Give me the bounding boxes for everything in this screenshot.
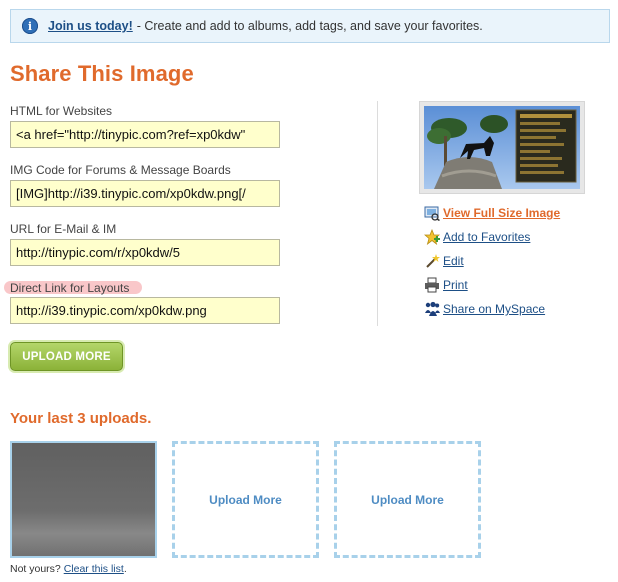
myspace-icon	[425, 301, 440, 316]
clear-list-link[interactable]: Clear this list	[64, 563, 124, 575]
not-yours-text: Not yours?	[10, 563, 61, 575]
image-thumbnail[interactable]	[419, 101, 585, 194]
not-yours-note: Not yours? Clear this list.	[10, 563, 127, 575]
recent-uploads-title: Your last 3 uploads.	[10, 410, 152, 427]
recent-upload-thumbnail[interactable]	[10, 441, 157, 558]
view-full-size-label: View Full Size Image	[443, 206, 561, 220]
upload-more-button[interactable]: UPLOAD MORE	[10, 342, 123, 371]
upload-more-slot-label: Upload More	[371, 492, 444, 507]
html-code-input[interactable]: <a href="http://tinypic.com?ref=xp0kdw"	[10, 121, 280, 148]
img-code-input[interactable]: [IMG]http://i39.tinypic.com/xp0kdw.png[/	[10, 180, 280, 207]
img-code-field-label: IMG Code for Forums & Message Boards	[10, 163, 231, 177]
direct-link-input[interactable]: http://i39.tinypic.com/xp0kdw.png	[10, 297, 280, 324]
direct-link-field-label: Direct Link for Layouts	[10, 281, 130, 295]
add-favorite-icon	[424, 229, 440, 245]
share-myspace-label: Share on MySpace	[443, 302, 546, 316]
edit-wand-icon	[426, 254, 440, 268]
upload-more-slot[interactable]: Upload More	[334, 441, 481, 558]
view-image-icon	[424, 206, 440, 221]
print-link[interactable]: Print	[424, 277, 468, 293]
url-field-label: URL for E-Mail & IM	[10, 222, 117, 236]
url-input[interactable]: http://tinypic.com/r/xp0kdw/5	[10, 239, 280, 266]
thumbnail-image	[424, 106, 580, 189]
print-label: Print	[443, 278, 468, 292]
edit-link[interactable]: Edit	[424, 253, 464, 269]
printer-icon	[425, 277, 439, 293]
join-us-link[interactable]: Join us today!	[48, 19, 133, 33]
info-banner: i Join us today! - Create and add to alb…	[10, 9, 610, 43]
edit-label: Edit	[443, 254, 464, 268]
banner-text: - Create and add to albums, add tags, an…	[136, 19, 483, 33]
vertical-divider	[377, 101, 378, 326]
add-to-favorites-link[interactable]: Add to Favorites	[424, 229, 530, 245]
footer-period: .	[123, 563, 127, 575]
add-to-favorites-label: Add to Favorites	[443, 230, 531, 244]
view-full-size-link[interactable]: View Full Size Image	[424, 205, 560, 221]
upload-more-slot-label: Upload More	[209, 492, 282, 507]
html-field-label: HTML for Websites	[10, 104, 113, 118]
page-title: Share This Image	[10, 61, 194, 86]
info-icon: i	[22, 18, 38, 34]
share-myspace-link[interactable]: Share on MySpace	[424, 301, 545, 317]
upload-more-slot[interactable]: Upload More	[172, 441, 319, 558]
